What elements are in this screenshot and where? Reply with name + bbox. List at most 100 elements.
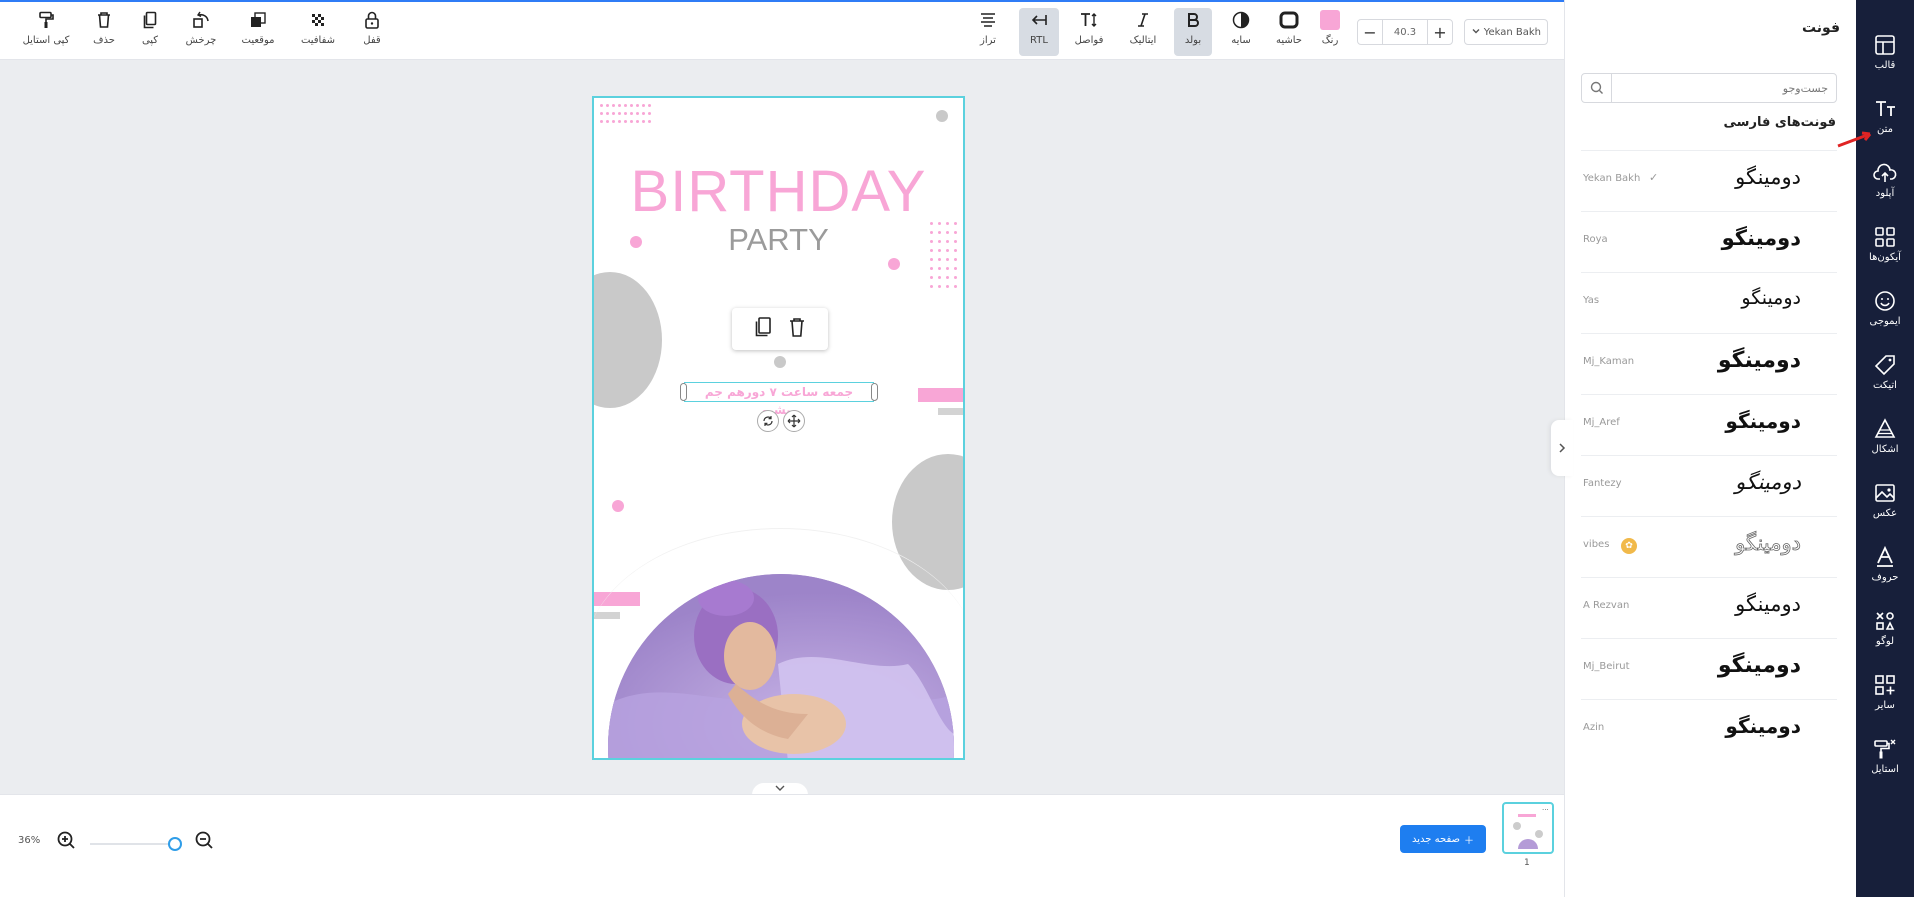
upload-icon	[1873, 160, 1897, 186]
copy-icon	[755, 317, 771, 337]
style-icon	[1873, 736, 1897, 762]
sidebar-item-letters[interactable]: حروف	[1856, 540, 1914, 598]
design-page[interactable]: BIRTHDAY PARTY جمعه ساعت ۷ دورهم جم میشی…	[592, 96, 965, 760]
new-page-button[interactable]: صفحه جدید ＋	[1400, 825, 1486, 853]
search-button[interactable]	[1582, 74, 1612, 102]
font-item-mj-aref[interactable]: Mj_Aref دومینگو	[1581, 394, 1837, 455]
delete-button[interactable]: حذف	[92, 8, 116, 56]
font-size-increase-button[interactable]: +	[1428, 20, 1452, 44]
font-size-decrease-button[interactable]: −	[1358, 20, 1382, 44]
shadow-button[interactable]: سایه	[1228, 8, 1254, 56]
delete-element-button[interactable]	[787, 316, 807, 342]
opacity-label: شفافیت	[300, 35, 336, 46]
woman-portrait-image	[608, 574, 954, 758]
rtl-label: RTL	[1030, 35, 1048, 46]
party-subtitle[interactable]: PARTY	[594, 222, 963, 258]
decor-grey-bar	[938, 408, 963, 415]
copy-button[interactable]: کپی	[138, 8, 162, 56]
sidebar-item-image[interactable]: عکس	[1856, 476, 1914, 534]
portrait-photo-frame[interactable]	[608, 574, 954, 758]
birthday-title[interactable]: BIRTHDAY	[594, 158, 963, 225]
font-name: Roya	[1583, 234, 1608, 245]
lock-button[interactable]: قفل	[360, 8, 384, 56]
check-icon: ✓	[1649, 171, 1659, 184]
bold-icon	[1185, 8, 1201, 32]
font-item-yas[interactable]: Yas دومینگو	[1581, 272, 1837, 333]
duplicate-element-button[interactable]	[753, 316, 773, 342]
text-icon	[1874, 96, 1896, 122]
sidebar-item-other[interactable]: سایر	[1856, 668, 1914, 726]
copy-icon	[142, 8, 158, 32]
position-button[interactable]: موقعیت	[238, 8, 278, 56]
collapse-panel-button[interactable]	[1551, 420, 1573, 476]
sidebar-item-emoji[interactable]: ایموجی	[1856, 284, 1914, 342]
resize-handle-left[interactable]	[680, 383, 687, 401]
sidebar-item-template[interactable]: قالب	[1856, 28, 1914, 86]
resize-handle-right[interactable]	[871, 383, 878, 401]
bold-button[interactable]: بولد	[1174, 8, 1212, 56]
rotate-control-button[interactable]	[757, 410, 779, 432]
zoom-slider-thumb[interactable]	[168, 837, 182, 851]
text-color-button[interactable]: رنگ	[1318, 8, 1342, 56]
paint-roller-icon	[37, 8, 55, 32]
zoom-in-button[interactable]	[56, 830, 76, 854]
trash-icon	[790, 318, 804, 337]
zoom-out-button[interactable]	[194, 830, 214, 854]
align-label: تراز	[980, 35, 996, 46]
spacing-button[interactable]: فواصل	[1072, 8, 1106, 56]
font-item-roya[interactable]: Roya دومینگو	[1581, 211, 1837, 272]
font-panel: فونت فونت‌های فارسی Yekan Bakh ✓ دومینگو…	[1551, 0, 1856, 897]
move-control-button[interactable]	[783, 410, 805, 432]
font-item-yekan-bakh[interactable]: Yekan Bakh ✓ دومینگو	[1581, 150, 1837, 211]
font-search-input[interactable]	[1612, 74, 1836, 102]
sidebar-item-label: استایل	[1871, 764, 1899, 775]
rtl-button[interactable]: RTL	[1019, 8, 1059, 56]
sidebar-item-upload[interactable]: آپلود	[1856, 156, 1914, 214]
copy-style-button[interactable]: کپی استایل	[20, 8, 72, 56]
shadow-icon	[1232, 8, 1250, 32]
font-sample: دومینگو	[1735, 592, 1801, 616]
font-search-box	[1581, 73, 1837, 103]
portrait-photo[interactable]	[608, 574, 954, 758]
rotation-handle[interactable]	[774, 356, 786, 368]
rotate-label: چرخش	[185, 35, 217, 46]
rotate-button[interactable]: چرخش	[184, 8, 218, 56]
border-label: حاشیه	[1276, 35, 1302, 46]
page-number: 1	[1524, 858, 1530, 868]
align-button[interactable]: تراز	[976, 8, 1000, 56]
opacity-button[interactable]: شفافیت	[298, 8, 338, 56]
page-thumbnail[interactable]: ···	[1502, 802, 1554, 854]
sidebar-item-shapes[interactable]: اشکال	[1856, 412, 1914, 470]
selected-text-box[interactable]: جمعه ساعت ۷ دورهم جم میشیم	[680, 382, 878, 417]
decor-pink-dot	[630, 236, 642, 248]
font-item-mj-beirut[interactable]: Mj_Beirut دومینگو	[1581, 638, 1837, 699]
rtl-arrow-icon	[1030, 8, 1048, 32]
font-item-fantezy[interactable]: Fantezy دومینگو	[1581, 455, 1837, 516]
font-name: Azin	[1583, 722, 1605, 733]
italic-button[interactable]: ایتالیک	[1124, 8, 1162, 56]
font-item-vibes[interactable]: vibes ✿ دومینگو	[1581, 516, 1837, 577]
font-item-azin[interactable]: Azin دومینگو	[1581, 699, 1837, 760]
sidebar-item-label: عکس	[1872, 508, 1898, 519]
zoom-level: 36%	[18, 835, 41, 846]
sidebar-item-logo[interactable]: لوگو	[1856, 604, 1914, 662]
sidebar-item-tag[interactable]: اتیکت	[1856, 348, 1914, 406]
plus-grid-icon	[1874, 672, 1896, 698]
font-family-dropdown[interactable]: Yekan Bakh	[1464, 19, 1548, 45]
sidebar-item-icons[interactable]: آیکون‌ها	[1856, 220, 1914, 278]
text-spacing-icon	[1079, 8, 1099, 32]
border-button[interactable]: حاشیه	[1274, 8, 1304, 56]
font-item-mj-kaman[interactable]: Mj_Kaman دومینگو	[1581, 333, 1837, 394]
zoom-out-icon	[195, 831, 213, 849]
font-name: Yekan Bakh	[1583, 173, 1641, 184]
decor-dot-grid	[930, 222, 962, 294]
sidebar-item-style[interactable]: استایل	[1856, 732, 1914, 790]
zoom-slider-track[interactable]	[90, 843, 176, 845]
selected-text[interactable]: جمعه ساعت ۷ دورهم جم میشیم	[685, 383, 873, 417]
italic-icon	[1135, 8, 1151, 32]
font-size-value[interactable]: 40.3	[1382, 20, 1428, 44]
font-sample: دومینگو	[1717, 348, 1801, 373]
font-item-a-rezvan[interactable]: A Rezvan دومینگو	[1581, 577, 1837, 638]
search-icon	[1590, 81, 1603, 94]
layers-icon	[249, 8, 267, 32]
